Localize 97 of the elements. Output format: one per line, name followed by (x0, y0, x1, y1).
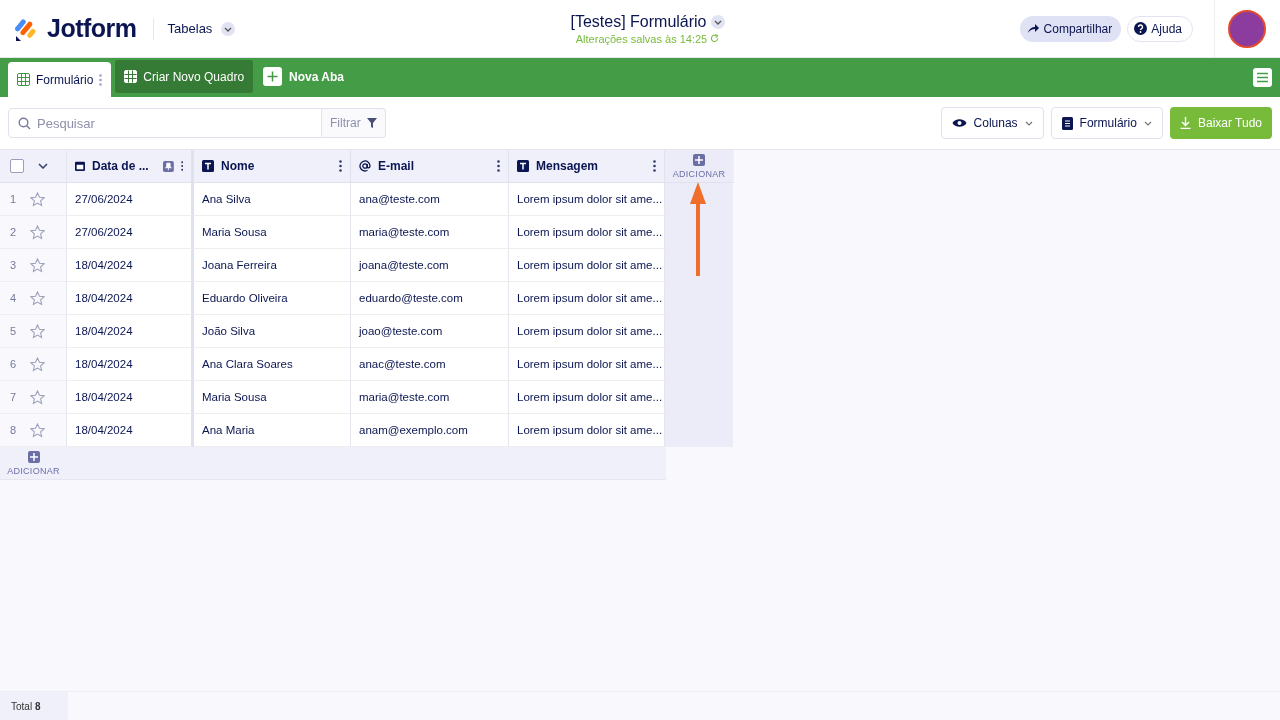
table-cell: Maria Sousa (194, 216, 351, 249)
text-type-icon (202, 160, 214, 172)
select-all-checkbox[interactable] (10, 159, 24, 173)
star-icon[interactable] (30, 290, 45, 306)
pin-icon[interactable] (162, 159, 174, 173)
chevron-down-icon (1024, 120, 1033, 126)
plus-icon (693, 153, 705, 166)
table-cell: 18/04/2024 (67, 315, 194, 348)
more-options-icon[interactable] (339, 160, 342, 172)
table-cell: maria@teste.com (351, 216, 509, 249)
table-cell: Lorem ipsum dolor sit ame... (509, 216, 665, 249)
logo-text: Jotform (47, 14, 137, 43)
table-cell: Lorem ipsum dolor sit ame... (509, 282, 665, 315)
table-cell: ana@teste.com (351, 183, 509, 216)
avatar[interactable] (1228, 9, 1266, 48)
share-button[interactable]: Compartilhar (1019, 15, 1122, 42)
columns-dropdown[interactable]: Colunas (940, 107, 1044, 139)
table-cell: Lorem ipsum dolor sit ame... (509, 381, 665, 414)
table-cell: maria@teste.com (351, 381, 509, 414)
table-cell: joana@teste.com (351, 249, 509, 282)
refresh-icon (710, 34, 720, 43)
tables-dropdown[interactable]: Tabelas (167, 21, 236, 36)
table-cell: Ana Silva (194, 183, 351, 216)
table-grid-icon (17, 73, 30, 86)
filter-icon (366, 118, 377, 128)
eye-icon (951, 118, 967, 128)
tab[interactable]: Criar Novo Quadro (115, 60, 254, 93)
search-field[interactable]: Pesquisar (8, 108, 322, 138)
table-cell: Lorem ipsum dolor sit ame... (509, 249, 665, 282)
help-button[interactable]: Ajuda (1127, 15, 1193, 42)
save-status: Alterações salvas às 14:25 (575, 32, 708, 45)
table-cell: João Silva (194, 315, 351, 348)
column-header[interactable]: Mensagem (536, 159, 599, 173)
help-icon (1134, 22, 1148, 35)
table-cell: 18/04/2024 (67, 414, 194, 447)
star-icon[interactable] (30, 191, 45, 207)
row-number: 3 (10, 259, 18, 271)
plus-icon (27, 450, 40, 463)
total-count: Total 8 (11, 700, 41, 712)
more-options-icon[interactable] (497, 160, 500, 172)
column-header[interactable]: Data de ... (92, 159, 149, 173)
chevron-down-icon[interactable] (38, 163, 48, 169)
download-icon (1179, 117, 1191, 129)
table-cell: 18/04/2024 (67, 249, 194, 282)
row-number: 8 (10, 424, 18, 436)
table-cell: Ana Clara Soares (194, 348, 351, 381)
table-cell: eduardo@teste.com (351, 282, 509, 315)
row-number: 6 (10, 358, 18, 370)
column-header[interactable]: E-mail (378, 159, 414, 173)
chevron-down-icon (1143, 120, 1152, 126)
star-icon[interactable] (30, 356, 45, 372)
row-number: 4 (10, 292, 18, 304)
form-title: [Testes] Formulário (570, 12, 707, 31)
text-type-icon (517, 160, 529, 172)
row-number: 5 (10, 325, 18, 337)
table-cell: anam@exemplo.com (351, 414, 509, 447)
add-column-button[interactable]: ADICIONAR (665, 150, 733, 182)
star-icon[interactable] (30, 422, 45, 438)
table-cell: Lorem ipsum dolor sit ame... (509, 348, 665, 381)
table-cell: 18/04/2024 (67, 348, 194, 381)
row-number: 2 (10, 226, 18, 238)
more-options-icon[interactable] (653, 160, 656, 172)
calendar-icon (75, 160, 85, 172)
table-cell: Lorem ipsum dolor sit ame... (509, 183, 665, 216)
table-cell: Joana Ferreira (194, 249, 351, 282)
table-grid-icon (124, 70, 138, 83)
table-cell: Eduardo Oliveira (194, 282, 351, 315)
at-sign-icon (359, 160, 371, 172)
chevron-down-icon (221, 21, 236, 36)
menu-icon[interactable] (1253, 68, 1272, 87)
star-icon[interactable] (30, 323, 45, 339)
table-cell: 27/06/2024 (67, 216, 194, 249)
search-icon (18, 117, 31, 130)
row-number: 1 (10, 193, 18, 205)
form-icon (1061, 116, 1073, 130)
more-options-icon[interactable] (180, 160, 183, 172)
add-row-button[interactable]: ADICIONAR (0, 447, 67, 480)
plus-icon (263, 67, 283, 86)
star-icon[interactable] (30, 257, 45, 273)
table-cell: 18/04/2024 (67, 282, 194, 315)
table-cell: Ana Maria (194, 414, 351, 447)
share-arrow-icon (1026, 23, 1040, 34)
table-cell: Maria Sousa (194, 381, 351, 414)
star-icon[interactable] (30, 224, 45, 240)
table-cell: 27/06/2024 (67, 183, 194, 216)
row-number: 7 (10, 391, 18, 403)
more-options-icon (99, 73, 103, 86)
table-cell: joao@teste.com (351, 315, 509, 348)
table-cell: 18/04/2024 (67, 381, 194, 414)
form-dropdown[interactable]: Formulário (1050, 107, 1163, 139)
star-icon[interactable] (30, 389, 45, 405)
table-cell: anac@teste.com (351, 348, 509, 381)
tab[interactable]: Formulário (8, 62, 112, 97)
table-cell: Lorem ipsum dolor sit ame... (509, 315, 665, 348)
table-cell: Lorem ipsum dolor sit ame... (509, 414, 665, 447)
chevron-down-icon[interactable] (710, 14, 725, 29)
column-header[interactable]: Nome (221, 159, 255, 173)
